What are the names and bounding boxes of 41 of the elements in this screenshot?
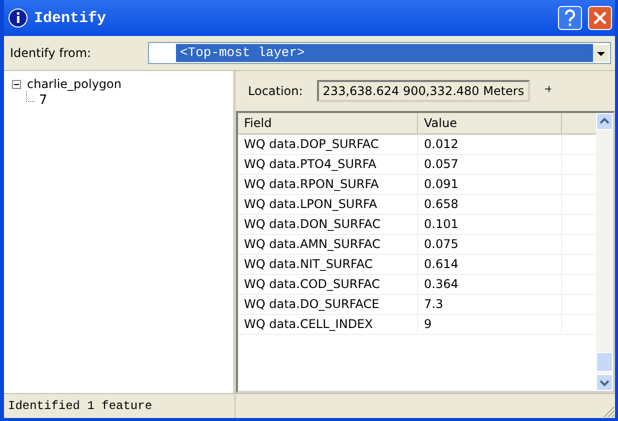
table-cell: WQ data.RPON_SURFA xyxy=(238,175,418,194)
scroll-thumb[interactable] xyxy=(596,352,613,372)
info-icon xyxy=(8,8,28,28)
scroll-down-icon[interactable] xyxy=(596,374,613,391)
table-cell: WQ data.PTO4_SURFA xyxy=(238,155,418,174)
column-header[interactable]: Value xyxy=(418,113,562,133)
layer-dropdown[interactable]: <Top-most layer> xyxy=(148,42,611,64)
resize-grip-icon[interactable] xyxy=(603,406,615,418)
tree-item[interactable]: 7 xyxy=(39,93,48,108)
status-text: Identified 1 feature xyxy=(4,394,236,418)
scroll-up-icon[interactable] xyxy=(596,113,613,130)
identify-from-label: Identify from: xyxy=(10,46,92,60)
pin-icon[interactable] xyxy=(544,85,552,93)
table-cell: WQ data.DO_SURFACE xyxy=(238,295,418,314)
caret-icon xyxy=(593,44,609,62)
table-cell: WQ data.DON_SURFAC xyxy=(238,215,418,234)
table-cell: 0.057 xyxy=(418,155,562,174)
table-cell: 9 xyxy=(418,315,562,334)
location-field: 233,638.624 900,332.480 Meters xyxy=(316,80,530,102)
table-cell: 7.3 xyxy=(418,295,562,314)
table-cell: 0.614 xyxy=(418,255,562,274)
table-cell: WQ data.LPON_SURFA xyxy=(238,195,418,214)
window-title: Identify xyxy=(34,10,106,26)
close-button[interactable] xyxy=(588,6,612,30)
table-cell: WQ data.COD_SURFAC xyxy=(238,275,418,294)
table-cell: WQ data.CELL_INDEX xyxy=(238,315,418,334)
table-cell: 0.364 xyxy=(418,275,562,294)
table-cell: 0.101 xyxy=(418,215,562,234)
table-cell: 0.091 xyxy=(418,175,562,194)
table-cell: 0.075 xyxy=(418,235,562,254)
tree-item[interactable]: charlie_polygon xyxy=(27,77,122,91)
table-cell: 0.658 xyxy=(418,195,562,214)
column-header[interactable]: Field xyxy=(238,113,418,133)
table-cell: WQ data.AMN_SURFAC xyxy=(238,235,418,254)
table-cell: 0.012 xyxy=(418,135,562,154)
location-label: Location: xyxy=(248,84,303,98)
collapse-icon[interactable] xyxy=(12,80,21,88)
table-cell: WQ data.NIT_SURFAC xyxy=(238,255,418,274)
scrollbar[interactable] xyxy=(596,113,613,391)
help-button[interactable] xyxy=(558,6,582,30)
table-cell: WQ data.DOP_SURFAC xyxy=(238,135,418,154)
